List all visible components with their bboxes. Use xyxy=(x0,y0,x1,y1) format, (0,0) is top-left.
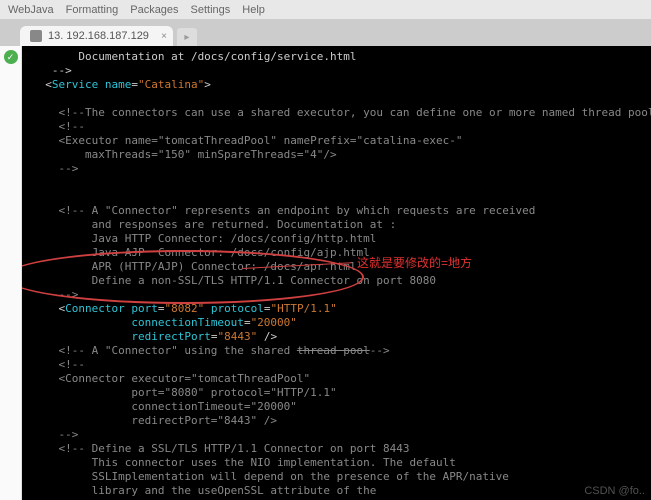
tab-title: 13. 192.168.187.129 xyxy=(48,30,149,42)
close-icon[interactable]: × xyxy=(161,31,167,42)
watermark: CSDN @fo.. xyxy=(584,484,645,498)
tab-strip: 13. 192.168.187.129 × ▸ xyxy=(0,20,651,46)
code-editor[interactable]: Documentation at /docs/config/service.ht… xyxy=(22,46,651,500)
new-tab-button[interactable]: ▸ xyxy=(177,28,197,46)
tab-terminal[interactable]: 13. 192.168.187.129 × xyxy=(20,26,173,46)
menu-packages[interactable]: Packages xyxy=(130,4,178,16)
success-mark-icon: ✓ xyxy=(4,50,18,64)
menu-formatting[interactable]: Formatting xyxy=(66,4,119,16)
menu-webjava[interactable]: WebJava xyxy=(8,4,54,16)
editor-gutter: ✓ xyxy=(0,46,22,500)
tab-icon xyxy=(30,30,42,42)
menu-help[interactable]: Help xyxy=(242,4,265,16)
menu-bar: WebJava Formatting Packages Settings Hel… xyxy=(0,0,651,20)
menu-settings[interactable]: Settings xyxy=(191,4,231,16)
annotation-text: 这就是要修改的=地方 xyxy=(357,256,472,270)
